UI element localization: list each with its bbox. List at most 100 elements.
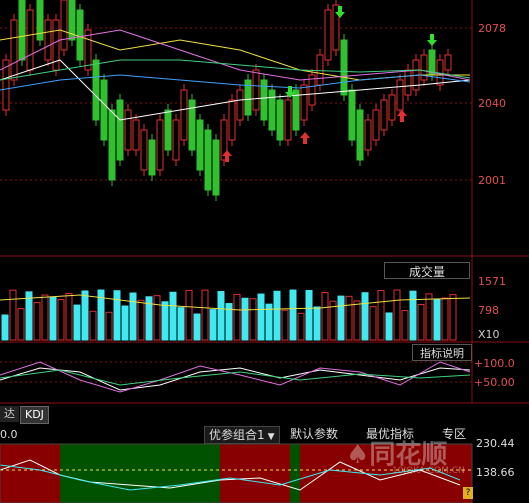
volume-bar [417,303,425,341]
kdj-j-line [0,369,471,386]
signal-zone-block [290,444,300,503]
volume-bar [273,290,281,341]
volume-bar [313,306,321,341]
toolbar-left-value: 0.0 [0,428,18,441]
volume-bar [257,293,265,341]
volume-bar [281,309,289,341]
candle-body [124,109,132,151]
price-axis-label-bottom: 2001 [478,174,506,187]
candle-body [300,84,308,121]
candle-body [212,139,220,196]
volume-bar [361,292,369,341]
tab-kdj[interactable]: KDJ [20,406,49,424]
volume-bar [17,308,25,341]
volume-bar [289,289,297,341]
volume-bar [409,290,417,341]
signal-arrow-stem [338,6,342,12]
candle-body [148,139,156,176]
volume-bar [169,291,177,341]
volume-bar [185,289,193,341]
signal-zone-block [90,444,220,503]
tab-prev[interactable]: 达 [0,406,19,422]
candle-body [180,89,188,141]
candle-body [116,99,124,161]
volume-bar [129,292,137,341]
candle-body [108,109,116,181]
volume-bar [209,309,217,341]
volume-bar [49,297,57,341]
volume-bar [385,312,393,341]
signal-zone-block [60,444,90,503]
buy-signal-arrow [300,132,310,138]
candle-body [348,89,356,141]
volume-bar [81,290,89,341]
signal-arrow-stem [225,156,229,162]
volume-bar [161,301,169,341]
candle-body [324,9,332,61]
candle-body [380,99,388,131]
param-combo-label: 优参组合1 [209,428,265,442]
candle-body [92,59,100,121]
candle-body [44,19,52,61]
kdj-k-line [0,367,471,391]
candle-body [196,119,204,171]
volume-bar [113,290,121,341]
candle-body [18,0,26,61]
volume-bar [121,305,129,341]
candle-body [100,79,108,141]
candle-body [276,99,284,141]
volume-unit: X10 [478,328,500,341]
volume-bar [425,293,433,341]
volume-bar [297,312,305,341]
indicator-axis-mid: +50.00 [474,376,515,389]
volume-bar [345,295,353,341]
volume-bar [1,314,9,341]
volume-bar [249,298,257,341]
candle-body [140,129,148,171]
volume-bar [105,311,113,341]
buy-signal-arrow [397,110,407,116]
signal-arrow-stem [303,138,307,144]
volume-bar [441,297,449,341]
param-combo-select[interactable]: 优参组合1 ▼ [204,426,280,444]
default-params-button[interactable]: 默认参数 [286,426,342,442]
candle-body [10,19,18,81]
volume-bar [449,294,457,341]
volume-bar [41,294,49,341]
candle-body [356,109,364,161]
signal-zone-block [0,444,60,503]
volume-axis-mid: 798 [478,304,499,317]
candle-body [252,69,260,111]
volume-bar [353,300,361,341]
candle-body [268,89,276,131]
volume-bar [241,297,249,341]
volume-panel-title[interactable]: 成交量 [384,262,470,279]
candle-body [340,39,348,96]
candle-body [284,99,292,141]
volume-bar [337,295,345,341]
indicator-help-button[interactable]: 指标说明 [412,344,472,361]
candle-body [236,89,244,121]
indicator-axis-top: +100.0 [474,357,515,370]
candle-body [76,9,84,61]
volume-bar [217,290,225,341]
volume-bar [377,290,385,341]
volume-bar [73,304,81,341]
help-icon[interactable]: ? [463,487,473,499]
candle-body [316,54,324,86]
volume-bar [401,310,409,341]
volume-bar [393,289,401,341]
candle-body [172,119,180,161]
volume-bar [65,293,73,341]
candle-body [404,69,412,96]
candle-body [164,109,172,151]
volume-axis-top: 1571 [478,275,506,288]
price-axis-label-top: 2078 [478,22,506,35]
chevron-down-icon: ▼ [267,432,275,442]
sell-signal-arrow [427,40,437,46]
signal-zone-block [220,444,290,503]
signal-arrow-stem [288,86,292,92]
volume-bar [433,298,441,341]
volume-bar [57,299,65,341]
candle-body [444,54,452,71]
